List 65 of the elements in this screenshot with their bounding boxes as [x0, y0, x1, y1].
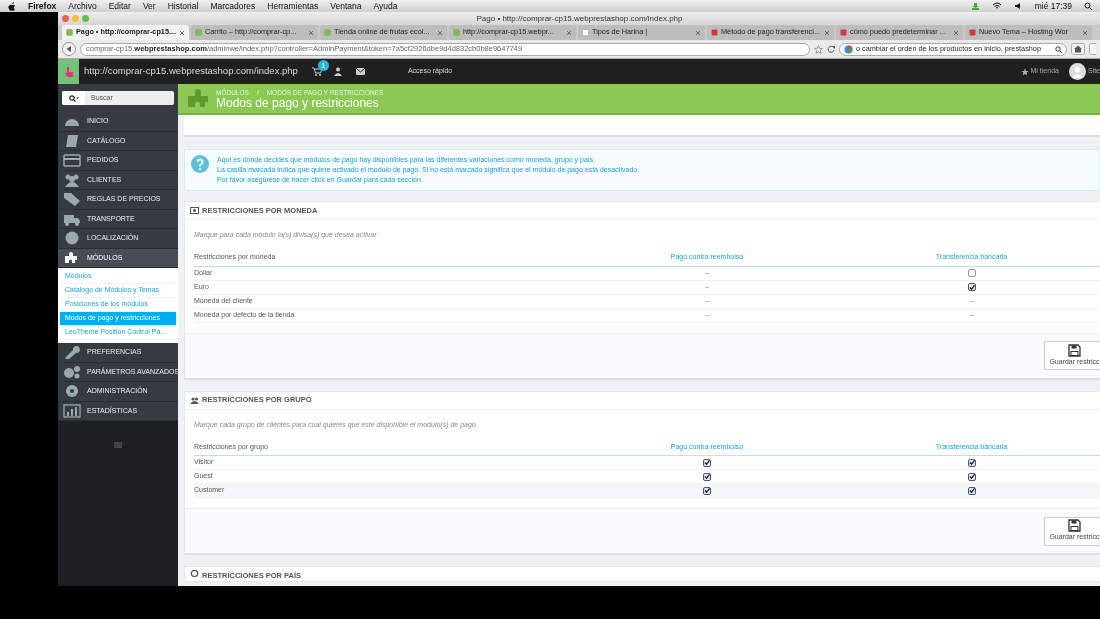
checkbox[interactable]: [967, 283, 976, 291]
favicon-icon: [195, 29, 202, 36]
close-icon[interactable]: [824, 29, 830, 36]
favicon-icon: [582, 29, 589, 36]
star-icon[interactable]: [814, 44, 823, 54]
money-icon: [190, 207, 199, 214]
close-icon[interactable]: [953, 29, 959, 36]
favicon-icon: [711, 29, 718, 36]
bar-chart-icon: [63, 403, 81, 418]
menu-item[interactable]: Ventana: [330, 0, 362, 13]
tag-icon: [63, 192, 81, 207]
volume-icon[interactable]: [1013, 2, 1023, 10]
menu-item[interactable]: Marcadores: [210, 0, 256, 13]
favicon-icon: [840, 29, 847, 36]
wrench-icon: [63, 345, 81, 360]
reload-icon[interactable]: [827, 45, 835, 53]
avatar-icon[interactable]: [1068, 63, 1086, 80]
checkbox[interactable]: [967, 458, 976, 467]
app-menu[interactable]: Firefox: [28, 0, 57, 13]
puzzle-icon: [186, 87, 210, 110]
page-title: Modos de pago y restricciones: [216, 97, 380, 110]
wifi-icon[interactable]: [991, 2, 1002, 10]
menu-item[interactable]: Herramientas: [267, 0, 319, 13]
star-icon: [1020, 67, 1029, 76]
person-icon[interactable]: [333, 67, 342, 76]
menu-item[interactable]: Historial: [167, 0, 199, 13]
checkbox[interactable]: [703, 472, 711, 481]
window-title: Pago • http://comprar-cp15.webprestashop.com/index.php: [476, 12, 684, 25]
gears-icon: [63, 364, 81, 379]
close-icon[interactable]: [566, 29, 572, 36]
close-icon[interactable]: [179, 29, 185, 36]
apple-logo-icon: [8, 1, 16, 11]
envelope-icon[interactable]: [355, 68, 365, 75]
help-icon: [191, 155, 209, 173]
cart-icon[interactable]: [311, 67, 322, 76]
checkbox[interactable]: [967, 269, 976, 277]
menu-item[interactable]: Ayuda: [373, 0, 398, 13]
search-engine-icon: [844, 44, 853, 54]
gear-icon: [63, 384, 81, 399]
search-icon: [1055, 45, 1062, 53]
favicon-icon: [969, 29, 976, 36]
people-icon: [63, 172, 81, 187]
notification-badge: 1: [317, 60, 329, 71]
checkbox[interactable]: [967, 472, 976, 481]
checkbox[interactable]: [967, 486, 976, 495]
home-icon[interactable]: [1071, 43, 1085, 55]
favicon-icon: [324, 29, 331, 36]
checkbox[interactable]: [703, 486, 711, 495]
close-icon[interactable]: [1082, 29, 1088, 36]
group-icon: [190, 396, 199, 404]
checkbox[interactable]: [703, 458, 711, 467]
menu-item[interactable]: Editar: [108, 0, 131, 13]
favicon-icon: [66, 29, 73, 36]
menu-item[interactable]: Ver: [142, 0, 156, 13]
search-icon[interactable]: [1084, 2, 1092, 10]
clock-text: mié 17:39: [1034, 0, 1072, 13]
close-icon[interactable]: [437, 29, 443, 36]
shop-url-link[interactable]: http://comprar-cp15.webprestashop.com/index.php: [84, 64, 298, 79]
close-icon[interactable]: [695, 29, 701, 36]
menu-item[interactable]: Archivo: [68, 0, 97, 13]
collapse-handle[interactable]: [114, 442, 122, 448]
close-icon[interactable]: [308, 29, 314, 36]
search-icon: [68, 94, 79, 102]
favicon-icon: [453, 29, 460, 36]
card-icon: [63, 153, 81, 168]
